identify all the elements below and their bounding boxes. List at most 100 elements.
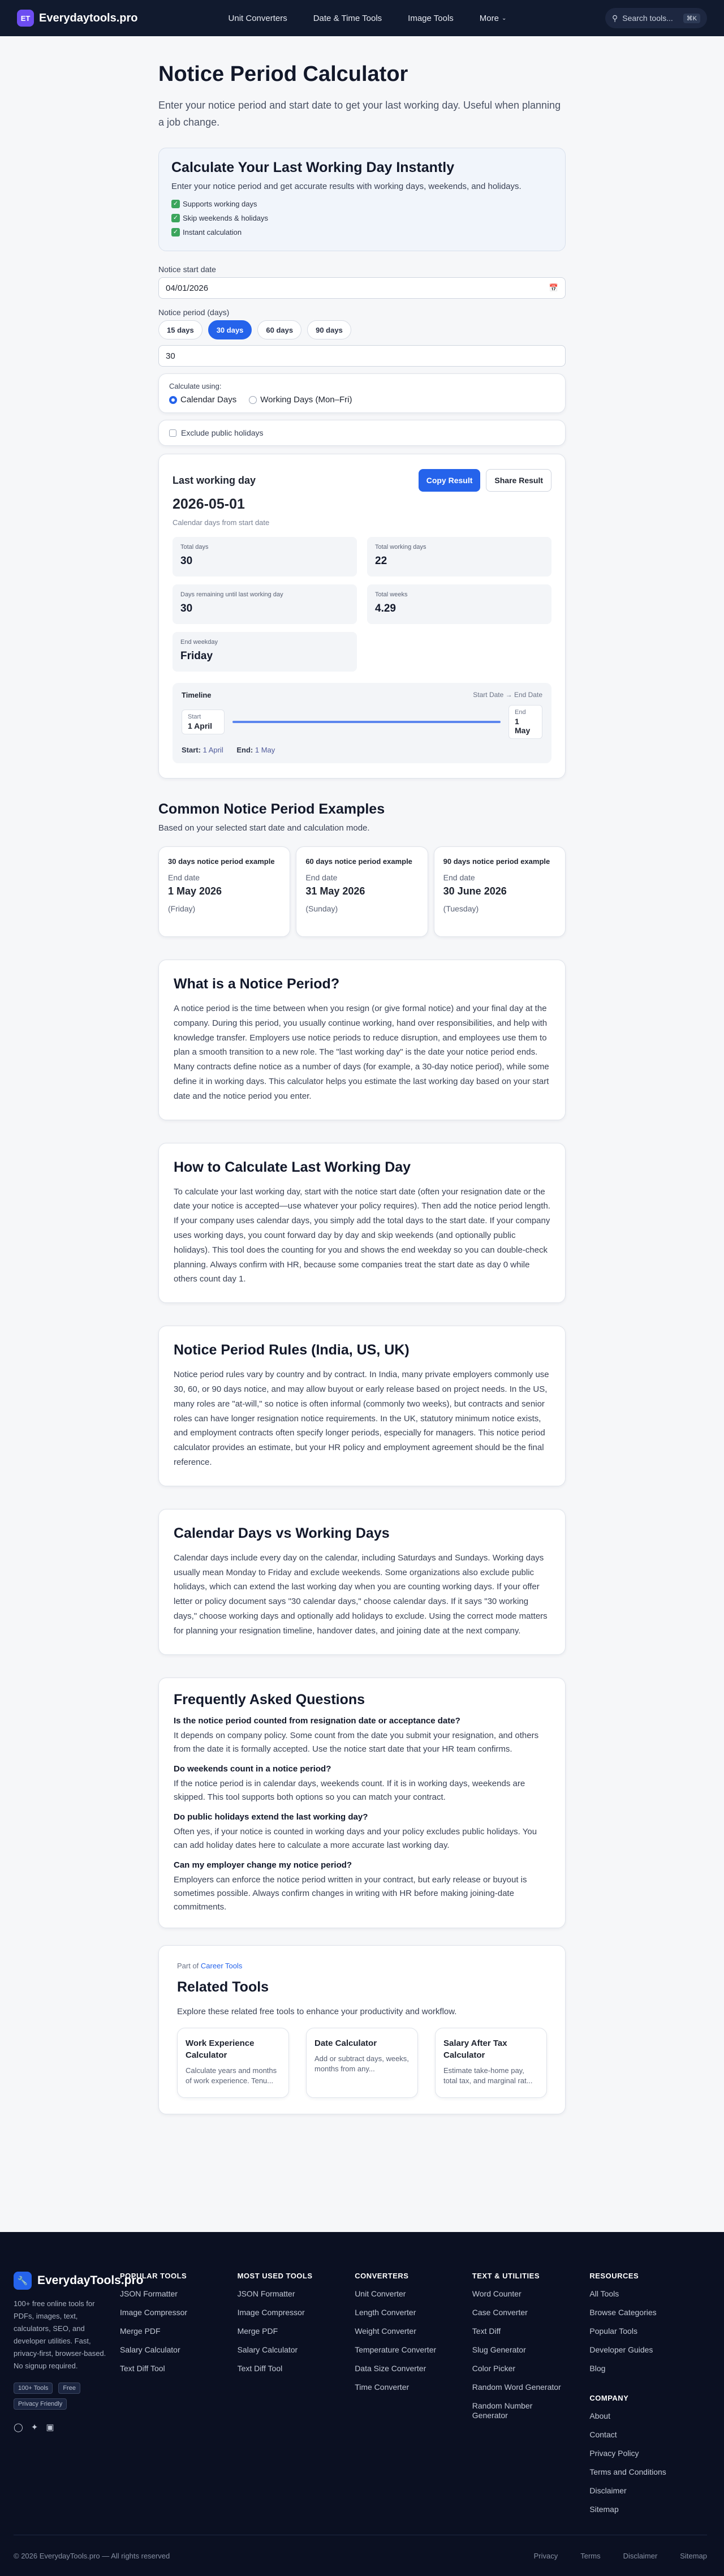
category-line: Part of Career Tools bbox=[177, 1962, 547, 1970]
footer-link[interactable]: JSON Formatter bbox=[120, 2289, 238, 2299]
feature-item: ✓ Supports working days bbox=[171, 197, 553, 211]
footer-link[interactable]: Unit Converter bbox=[355, 2289, 472, 2299]
faq-question: Do weekends count in a notice period? bbox=[174, 1764, 331, 1774]
copy-result-button[interactable]: Copy Result bbox=[418, 469, 481, 492]
footer-link[interactable]: Weight Converter bbox=[355, 2326, 472, 2336]
calendar-icon[interactable]: 📅 bbox=[549, 283, 558, 293]
related-tool-desc: Estimate take-home pay, total tax, and m… bbox=[443, 2066, 533, 2085]
feature-item: ✓ Skip weekends & holidays bbox=[171, 211, 553, 225]
related-tool-card[interactable]: Salary After Tax Calculator Estimate take… bbox=[435, 2027, 547, 2098]
search-box[interactable]: ⚲ Search tools... ⌘K bbox=[605, 8, 707, 28]
timeline-start-value: 1 April bbox=[188, 721, 213, 730]
github-icon[interactable]: ◯ bbox=[14, 2422, 23, 2432]
footer-link[interactable]: Contact bbox=[589, 2430, 707, 2440]
preset-15-days[interactable]: 15 days bbox=[158, 320, 202, 339]
feature-label: Skip weekends & holidays bbox=[183, 214, 269, 222]
footer-link[interactable]: Image Compressor bbox=[238, 2308, 355, 2317]
footer-link[interactable]: Salary Calculator bbox=[120, 2345, 238, 2355]
article-body: To calculate your last working day, star… bbox=[174, 1186, 550, 1284]
related-tool-title: Work Experience Calculator bbox=[186, 2038, 255, 2060]
faq-answer: If the notice period is in calendar days… bbox=[174, 1778, 525, 1802]
footer-link[interactable]: Case Converter bbox=[472, 2308, 590, 2317]
radio-calendar-days[interactable]: Calendar Days bbox=[169, 395, 236, 405]
footer-bottom-link[interactable]: Privacy bbox=[534, 2552, 558, 2560]
radio-working-days[interactable]: Working Days (Mon–Fri) bbox=[249, 395, 352, 405]
exclude-holidays-checkbox[interactable] bbox=[169, 429, 176, 437]
footer-link[interactable]: Merge PDF bbox=[238, 2326, 355, 2336]
footer-link[interactable]: Merge PDF bbox=[120, 2326, 238, 2336]
start-date-input[interactable]: 04/01/2026 📅 bbox=[158, 277, 566, 299]
footer-bottom-link[interactable]: Sitemap bbox=[680, 2552, 707, 2560]
result-stats: Total days 30 Total working days 22 Days r… bbox=[173, 537, 551, 672]
footer-link[interactable]: About bbox=[589, 2411, 707, 2421]
footer-link[interactable]: All Tools bbox=[589, 2289, 707, 2299]
footer-link[interactable]: Salary Calculator bbox=[238, 2345, 355, 2355]
article-notice-rules: Notice Period Rules (India, US, UK) Noti… bbox=[158, 1326, 566, 1486]
footer-link[interactable]: Data Size Converter bbox=[355, 2364, 472, 2373]
radio-label: Calendar Days bbox=[180, 395, 237, 405]
footer-link[interactable]: Developer Guides bbox=[589, 2345, 707, 2355]
stat-days-remaining: Days remaining until last working day 30 bbox=[173, 584, 357, 624]
stat-value: Friday bbox=[180, 650, 213, 662]
footer-link[interactable]: Text Diff Tool bbox=[238, 2364, 355, 2373]
preset-60-days[interactable]: 60 days bbox=[257, 320, 302, 339]
footer-link[interactable]: Privacy Policy bbox=[589, 2449, 707, 2458]
footer-link[interactable]: Sitemap bbox=[589, 2505, 707, 2514]
preset-90-days[interactable]: 90 days bbox=[307, 320, 351, 339]
footer-col-popular: POPULAR TOOLS JSON Formatter Image Compr… bbox=[120, 2272, 238, 2514]
timeline-start-box: Start 1 April bbox=[182, 709, 225, 734]
footer-bottom-link[interactable]: Terms bbox=[580, 2552, 600, 2560]
footer-link[interactable]: Browse Categories bbox=[589, 2308, 707, 2317]
footer-link[interactable]: Color Picker bbox=[472, 2364, 590, 2373]
result-subtitle: Calendar days from start date bbox=[173, 518, 270, 527]
footer-link[interactable]: Text Diff Tool bbox=[120, 2364, 238, 2373]
nav-more[interactable]: More ⌄ bbox=[480, 14, 507, 23]
footer-link[interactable]: Slug Generator bbox=[472, 2345, 590, 2355]
related-tool-card[interactable]: Date Calculator Add or subtract days, wee… bbox=[306, 2027, 418, 2098]
nav-unit-converters[interactable]: Unit Converters bbox=[229, 14, 287, 23]
faq-answer: It depends on company policy. Some count… bbox=[174, 1730, 539, 1754]
footer-link[interactable]: Image Compressor bbox=[120, 2308, 238, 2317]
footer-link[interactable]: Random Number Generator bbox=[472, 2401, 540, 2420]
footer-link[interactable]: Time Converter bbox=[355, 2383, 472, 2392]
article-how-to-calculate: How to Calculate Last Working Day To cal… bbox=[158, 1142, 566, 1304]
footer-link[interactable]: Text Diff bbox=[472, 2326, 590, 2336]
timeline-end-box: End 1 May bbox=[508, 705, 542, 739]
timeline-header: Timeline Start Date → End Date bbox=[182, 691, 542, 699]
site-logo[interactable]: ET Everydaytools.pro bbox=[17, 10, 138, 27]
preset-30-days[interactable]: 30 days bbox=[208, 320, 252, 339]
example-title: 60 days notice period example bbox=[305, 857, 412, 866]
stat-total-days: Total days 30 bbox=[173, 537, 357, 577]
logo-badge: ET bbox=[17, 10, 34, 27]
faq-question: Is the notice period counted from resign… bbox=[174, 1715, 460, 1726]
twitter-icon[interactable]: ✦ bbox=[31, 2422, 38, 2432]
footer-link[interactable]: Random Word Generator bbox=[472, 2383, 590, 2392]
footer-logo[interactable]: 🔧 EverydayTools.pro bbox=[14, 2272, 144, 2290]
nav-image-tools[interactable]: Image Tools bbox=[408, 14, 454, 23]
example-end-key: End date bbox=[305, 873, 338, 882]
example-title: 90 days notice period example bbox=[443, 857, 550, 866]
nav-date-time-tools[interactable]: Date & Time Tools bbox=[313, 14, 382, 23]
footer-link[interactable]: Terms and Conditions bbox=[589, 2467, 707, 2477]
related-tool-card[interactable]: Work Experience Calculator Calculate year… bbox=[177, 2027, 289, 2098]
footer-link[interactable]: Length Converter bbox=[355, 2308, 472, 2317]
last-working-date: 2026-05-01 bbox=[173, 496, 245, 512]
footer-link[interactable]: Popular Tools bbox=[589, 2326, 707, 2336]
example-date: 1 May 2026 bbox=[168, 885, 222, 897]
footer-link[interactable]: Word Counter bbox=[472, 2289, 590, 2299]
related-title: Related Tools bbox=[177, 1979, 269, 1995]
footer-link[interactable]: Disclaimer bbox=[589, 2486, 707, 2496]
notice-period-input[interactable]: 30 bbox=[158, 345, 566, 367]
footer-bottom-link[interactable]: Disclaimer bbox=[623, 2552, 658, 2560]
page-title: Notice Period Calculator bbox=[158, 62, 408, 86]
example-title: 30 days notice period example bbox=[168, 857, 275, 866]
linkedin-icon[interactable]: ▣ bbox=[46, 2422, 54, 2432]
footer-link[interactable]: Blog bbox=[589, 2364, 707, 2373]
timeline-summary: Start: 1 April End: 1 May bbox=[182, 746, 542, 754]
share-result-button[interactable]: Share Result bbox=[486, 469, 551, 492]
category-link[interactable]: Career Tools bbox=[201, 1962, 242, 1970]
footer-link[interactable]: JSON Formatter bbox=[238, 2289, 355, 2299]
footer-link[interactable]: Temperature Converter bbox=[355, 2345, 472, 2355]
example-end-key: End date bbox=[443, 873, 475, 882]
exclude-holidays-card: Exclude public holidays bbox=[158, 420, 566, 446]
